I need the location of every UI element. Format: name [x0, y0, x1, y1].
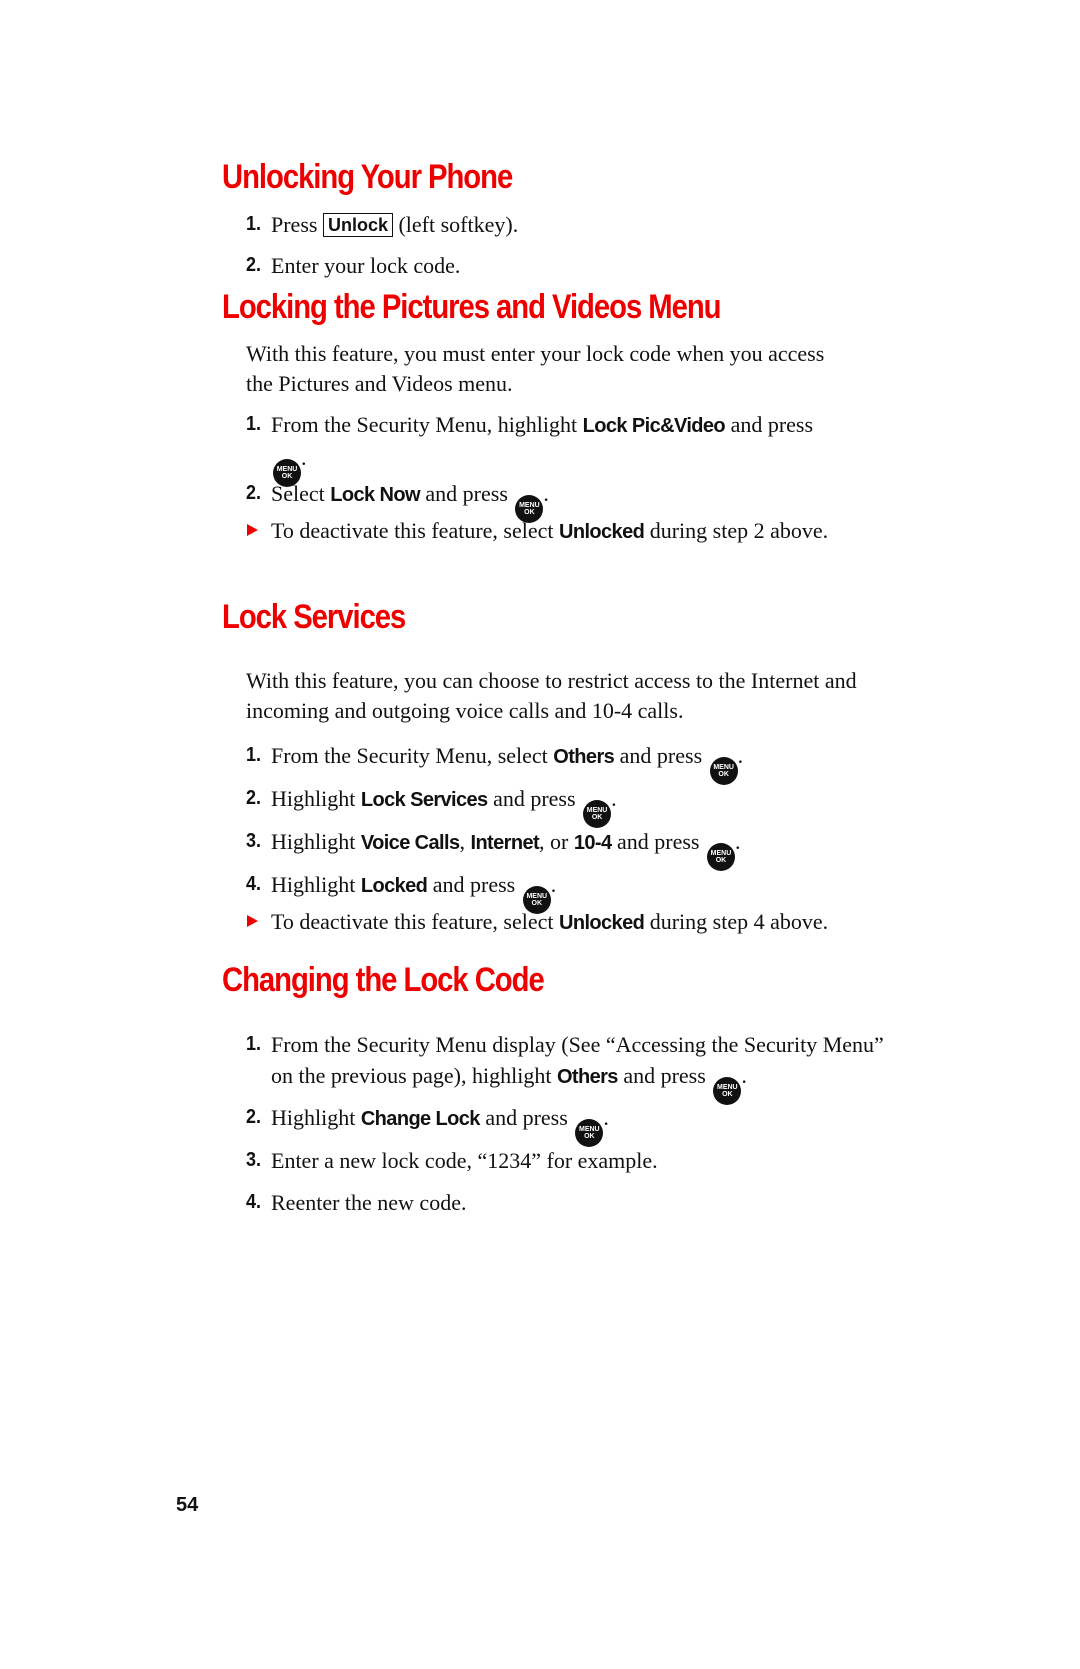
unlock-softkey-label: Unlock [322, 213, 393, 237]
changing-step-3: 3. Enter a new lock code, “1234” for exa… [246, 1145, 886, 1176]
step-text: Reenter the new code. [271, 1190, 467, 1215]
pictures-note: To deactivate this feature, select Unloc… [246, 515, 846, 548]
menu-option: Others [556, 1066, 618, 1088]
heading-pictures-videos: Locking the Pictures and Videos Menu [222, 288, 722, 326]
punctuation: . [741, 1063, 747, 1088]
pictures-step-1: 1. From the Security Menu, highlight Loc… [246, 409, 846, 487]
note-text: To deactivate this feature, select [271, 909, 559, 934]
services-intro: With this feature, you can choose to res… [246, 668, 857, 723]
menu-ok-key-icon: MENU OK [706, 843, 735, 871]
step-number: 2. [246, 1106, 262, 1128]
punctuation: . [611, 786, 617, 811]
step-text: Highlight [271, 872, 361, 897]
menu-option: Voice Calls [360, 832, 460, 854]
punctuation: . [603, 1105, 609, 1130]
menu-option: Unlocked [559, 912, 645, 934]
step-text: Enter your lock code. [271, 253, 461, 278]
page-number: 54 [176, 1494, 199, 1516]
step-number: 4. [246, 873, 262, 895]
menu-option: Lock Pic&Video [582, 415, 726, 437]
step-text: and press [611, 829, 700, 854]
menu-option: Locked [360, 875, 428, 897]
note-text: during step 2 above. [644, 518, 829, 543]
step-number: 3. [246, 1149, 262, 1171]
step-text: and press [725, 412, 814, 437]
changing-step-4: 4. Reenter the new code. [246, 1187, 886, 1218]
step-text: and press [419, 481, 508, 506]
step-number: 2. [246, 482, 262, 504]
note-text: To deactivate this feature, select [271, 518, 559, 543]
step-text: Highlight [271, 786, 361, 811]
bullet-triangle-icon [247, 915, 258, 927]
step-text: , [459, 829, 471, 854]
punctuation: . [550, 872, 557, 897]
step-text: and press [487, 786, 576, 811]
step-text: and press [479, 1105, 568, 1130]
menu-ok-key-icon: MENU OK [575, 1119, 604, 1147]
menu-ok-key-icon: MENU OK [713, 1077, 742, 1105]
heading-unlocking: Unlocking Your Phone [222, 158, 513, 196]
menu-option: Others [553, 746, 615, 768]
step-number: 1. [246, 413, 262, 435]
step-text: Highlight [271, 829, 361, 854]
heading-changing-lock-code: Changing the Lock Code [222, 961, 545, 999]
services-note: To deactivate this feature, select Unloc… [246, 906, 846, 939]
manual-page: Unlocking Your Phone 1. Press Unlock (le… [0, 0, 1080, 1669]
menu-ok-key-icon: MENU OK [583, 800, 612, 828]
bullet-triangle-icon [247, 524, 258, 536]
changing-step-2: 2. Highlight Change Lock and press MENU O… [246, 1102, 886, 1147]
heading-lock-services: Lock Services [222, 598, 406, 636]
menu-option: Change Lock [360, 1108, 481, 1130]
punctuation: . [301, 445, 307, 470]
step-number: 1. [246, 744, 262, 766]
step-number: 1. [246, 213, 262, 235]
menu-option: Internet [470, 832, 540, 854]
step-number: 2. [246, 787, 262, 809]
punctuation: . [734, 829, 741, 854]
step-text: and press [617, 1063, 706, 1088]
services-step-3: 3. Highlight Voice Calls, Internet, or 1… [246, 826, 886, 871]
services-step-1: 1. From the Security Menu, select Others… [246, 740, 886, 785]
unlocking-step-1: 1. Press Unlock (left softkey). [246, 209, 886, 240]
step-text: From the Security Menu, highlight [271, 412, 583, 437]
menu-option: Lock Now [330, 484, 420, 506]
step-number: 3. [246, 830, 262, 852]
menu-option: 10-4 [573, 832, 612, 854]
step-number: 4. [246, 1191, 262, 1213]
step-number: 2. [246, 254, 262, 276]
punctuation: . [737, 743, 744, 768]
step-text: Select [271, 481, 331, 506]
note-text: during step 4 above. [644, 909, 829, 934]
step-text: and press [614, 743, 703, 768]
menu-ok-key-icon: MENU OK [709, 757, 738, 785]
step-text: Press [271, 212, 323, 237]
pictures-intro: With this feature, you must enter your l… [246, 341, 825, 396]
step-text: (left softkey). [392, 212, 519, 237]
unlocking-step-2: 2. Enter your lock code. [246, 250, 886, 281]
services-step-2: 2. Highlight Lock Services and press MEN… [246, 783, 886, 828]
step-text: Highlight [271, 1105, 361, 1130]
step-text: and press [427, 872, 516, 897]
menu-option: Lock Services [360, 789, 488, 811]
step-text: From the Security Menu, select [271, 743, 554, 768]
changing-step-1: 1. From the Security Menu display (See “… [246, 1029, 896, 1105]
step-number: 1. [246, 1033, 262, 1055]
punctuation: . [543, 481, 549, 506]
step-text: Enter a new lock code, “1234” for exampl… [271, 1148, 658, 1173]
menu-option: Unlocked [559, 521, 645, 543]
step-text: , or [539, 829, 574, 854]
